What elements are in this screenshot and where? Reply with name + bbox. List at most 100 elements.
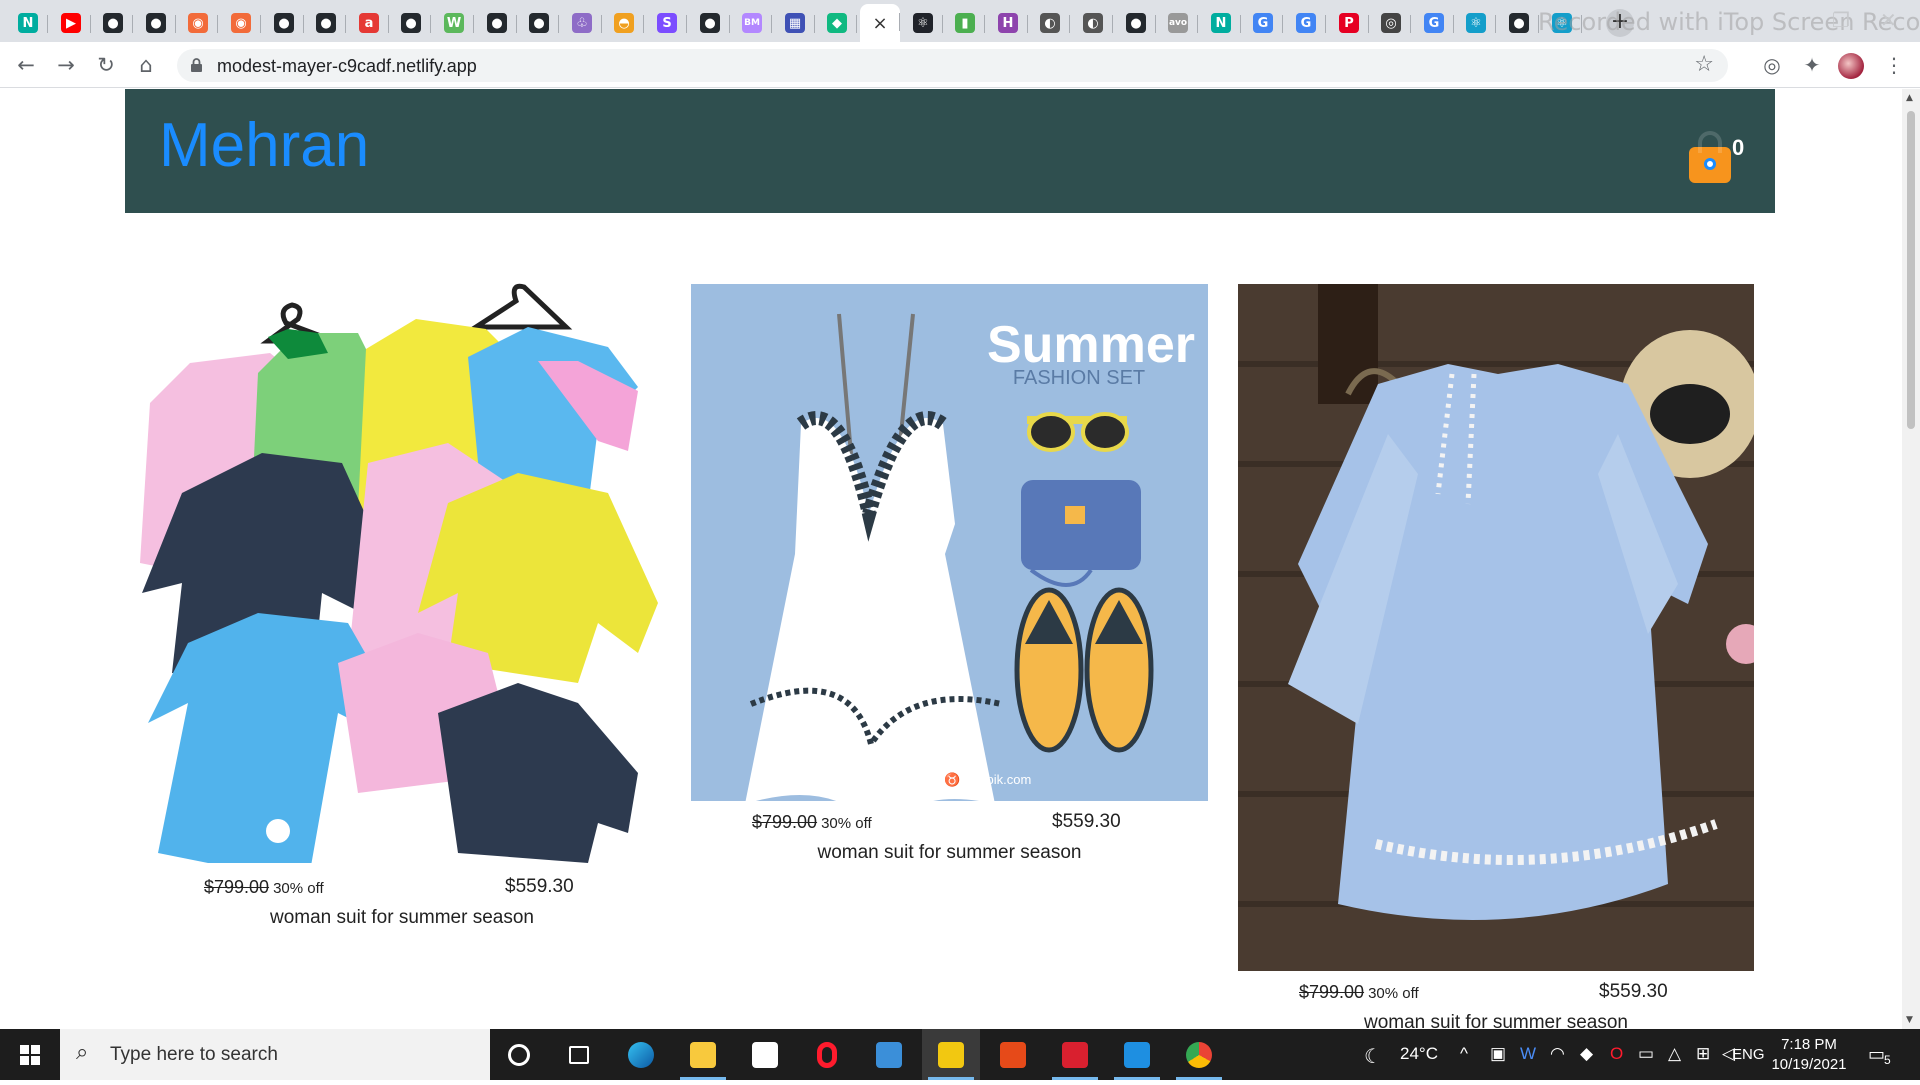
weather-temp[interactable]: 24°C xyxy=(1400,1044,1438,1064)
product-card[interactable]: $799.00 30% off $559.30 woman suit for su… xyxy=(1238,284,1754,1029)
browser-tab[interactable]: ◐ xyxy=(1073,6,1113,40)
browser-tab[interactable]: G xyxy=(1286,6,1326,40)
browser-tab[interactable]: ● xyxy=(1116,6,1156,40)
browser-tab[interactable]: ◉ xyxy=(178,6,218,40)
reload-icon[interactable]: ↻ xyxy=(92,51,120,79)
browser-tab[interactable]: N xyxy=(1201,6,1241,40)
extension-icon[interactable]: ◎ xyxy=(1758,51,1786,79)
vertical-scrollbar[interactable]: ▲ ▼ xyxy=(1902,89,1920,1029)
cart-button[interactable] xyxy=(1689,127,1733,185)
battery-icon[interactable]: ▭ xyxy=(1638,1044,1654,1064)
task-view-button[interactable] xyxy=(550,1029,608,1080)
app-icon: W xyxy=(444,13,464,33)
browser-tab[interactable]: ▦ xyxy=(775,6,815,40)
menu-dots-icon[interactable]: ⋮ xyxy=(1880,51,1908,79)
browser-tab[interactable]: ◎ xyxy=(1371,6,1411,40)
site-brand[interactable]: Mehran xyxy=(159,115,369,177)
forward-icon[interactable]: → xyxy=(52,51,80,79)
browser-tab[interactable]: ● xyxy=(93,6,133,40)
browser-tab[interactable]: S xyxy=(647,6,687,40)
browser-tab[interactable]: × xyxy=(860,4,900,42)
profile-avatar[interactable] xyxy=(1838,53,1864,79)
browser-tab[interactable]: avo xyxy=(1158,6,1198,40)
product-image-summer-set[interactable]: Summer FASHION SET designed by ♉ freepik… xyxy=(691,284,1208,801)
windows-taskbar: ⌕ Type here to search ☾ 24°C ^ ▣ W ◠ ◆ O… xyxy=(0,1029,1920,1080)
opera-icon[interactable] xyxy=(798,1029,856,1080)
browser-tab[interactable]: P xyxy=(1329,6,1369,40)
mail-icon[interactable] xyxy=(860,1029,918,1080)
browser-tab[interactable]: ⚛ xyxy=(1456,6,1496,40)
windows-start-button[interactable] xyxy=(0,1029,60,1080)
app-tray-icon[interactable]: W xyxy=(1520,1044,1536,1064)
chrome-icon[interactable] xyxy=(1170,1029,1228,1080)
store-icon[interactable] xyxy=(736,1029,794,1080)
vscode-icon[interactable] xyxy=(1108,1029,1166,1080)
address-bar[interactable]: modest-mayer-c9cadf.netlify.app ☆ xyxy=(177,49,1728,82)
product-title[interactable]: woman suit for summer season xyxy=(138,907,666,929)
language-indicator[interactable]: ENG xyxy=(1732,1046,1765,1063)
drive-icon[interactable]: △ xyxy=(1668,1044,1681,1064)
product-title[interactable]: woman suit for summer season xyxy=(1238,1012,1754,1029)
browser-tab[interactable]: ● xyxy=(477,6,517,40)
discount-label: 30% off xyxy=(273,880,324,897)
browser-tab[interactable]: N xyxy=(8,6,48,40)
browser-tab[interactable]: ▶ xyxy=(51,6,91,40)
bookmark-star-icon[interactable]: ☆ xyxy=(1694,52,1714,77)
browser-tab[interactable]: ● xyxy=(136,6,176,40)
close-icon[interactable]: × xyxy=(870,13,890,34)
browser-tab[interactable]: W xyxy=(434,6,474,40)
browser-tab[interactable]: ● xyxy=(690,6,730,40)
edge-icon[interactable] xyxy=(612,1029,670,1080)
back-icon[interactable]: ← xyxy=(12,51,40,79)
browser-tab[interactable]: BM xyxy=(732,6,772,40)
window-restore-icon[interactable]: ❐ xyxy=(1832,8,1850,32)
weather-icon[interactable]: ☾ xyxy=(1364,1044,1382,1069)
camera-icon[interactable]: ▣ xyxy=(1490,1044,1506,1064)
browser-tab[interactable]: G xyxy=(1243,6,1283,40)
scroll-thumb[interactable] xyxy=(1907,111,1915,429)
browser-tab[interactable]: ● xyxy=(306,6,346,40)
browser-tab[interactable]: H xyxy=(988,6,1028,40)
clock[interactable]: 7:18 PM 10/19/2021 xyxy=(1766,1035,1852,1075)
google-icon: G xyxy=(1296,13,1316,33)
network-icon[interactable]: ⊞ xyxy=(1696,1044,1710,1064)
browser-tab[interactable]: ▮ xyxy=(945,6,985,40)
browser-tab[interactable]: ● xyxy=(391,6,431,40)
browser-tab[interactable]: ● xyxy=(519,6,559,40)
url-text[interactable]: modest-mayer-c9cadf.netlify.app xyxy=(217,56,477,77)
browser-tab[interactable]: ◆ xyxy=(817,6,857,40)
browser-tab[interactable]: ⚛ xyxy=(903,6,943,40)
opera-tray-icon[interactable]: O xyxy=(1610,1044,1623,1064)
browser-tab[interactable]: ◓ xyxy=(604,6,644,40)
product-image-kids-clothes[interactable] xyxy=(138,283,666,863)
office-icon[interactable] xyxy=(984,1029,1042,1080)
power-bi-icon[interactable] xyxy=(922,1029,980,1080)
product-card[interactable]: Summer FASHION SET designed by ♉ freepik… xyxy=(691,284,1208,884)
show-hidden-icons[interactable]: ^ xyxy=(1460,1044,1468,1064)
screen-recorder-icon[interactable] xyxy=(1046,1029,1104,1080)
browser-tab[interactable]: ● xyxy=(1499,6,1539,40)
cortana-button[interactable] xyxy=(490,1029,548,1080)
github-icon: ● xyxy=(529,13,549,33)
browser-tab[interactable]: ◉ xyxy=(221,6,261,40)
globe-icon: ◐ xyxy=(1040,13,1060,33)
product-image-blue-blouse[interactable] xyxy=(1238,284,1754,971)
browser-tab[interactable]: ◐ xyxy=(1030,6,1070,40)
puzzle-icon[interactable]: ✦ xyxy=(1798,51,1826,79)
security-icon[interactable]: ◆ xyxy=(1580,1044,1593,1064)
product-title[interactable]: woman suit for summer season xyxy=(691,842,1208,864)
home-icon[interactable]: ⌂ xyxy=(132,51,160,79)
file-explorer-icon[interactable] xyxy=(674,1029,732,1080)
browser-tab[interactable]: G xyxy=(1414,6,1454,40)
browser-tab[interactable]: ♧ xyxy=(562,6,602,40)
product-card[interactable]: $799.00 30% off $559.30 woman suit for su… xyxy=(138,283,666,983)
wifi-icon[interactable]: ◠ xyxy=(1550,1044,1565,1064)
notifications-icon[interactable]: ▭ xyxy=(1868,1044,1885,1065)
tab-separator xyxy=(601,15,602,33)
window-close-icon[interactable]: ✕ xyxy=(1880,8,1897,32)
browser-tab[interactable]: a xyxy=(349,6,389,40)
scroll-down-icon[interactable]: ▼ xyxy=(1906,1015,1913,1025)
scroll-up-icon[interactable]: ▲ xyxy=(1906,93,1913,103)
taskbar-search-box[interactable]: ⌕ Type here to search xyxy=(60,1029,490,1080)
browser-tab[interactable]: ● xyxy=(264,6,304,40)
